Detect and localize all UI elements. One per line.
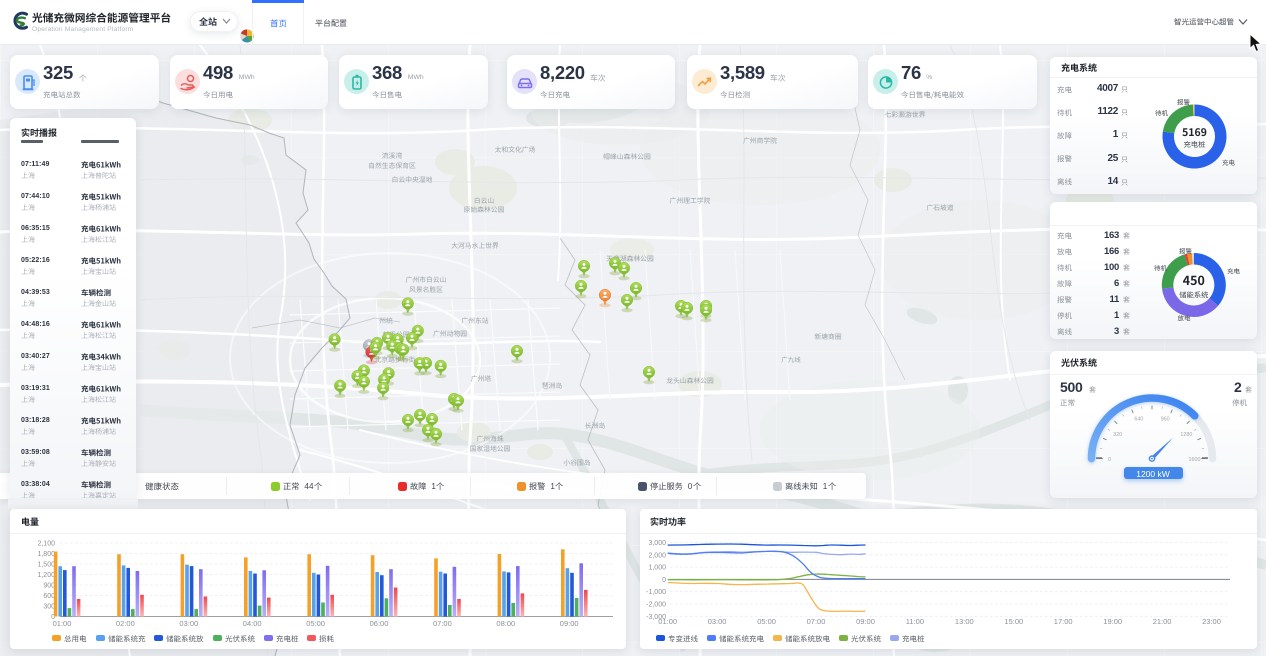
svg-text:2,100: 2,100 — [37, 541, 55, 548]
svg-text:03:00: 03:00 — [708, 617, 727, 626]
svg-text:13:00: 13:00 — [955, 617, 974, 626]
svg-text:07:00: 07:00 — [433, 619, 452, 628]
svg-text:08:00: 08:00 — [496, 619, 515, 628]
svg-text:05:00: 05:00 — [306, 619, 325, 628]
svg-text:1600: 1600 — [1189, 457, 1201, 463]
svg-text:600: 600 — [43, 593, 55, 600]
svg-text:01:00: 01:00 — [53, 619, 72, 628]
svg-text:1,000: 1,000 — [648, 565, 666, 572]
svg-text:09:00: 09:00 — [856, 617, 875, 626]
svg-text:0: 0 — [1108, 457, 1111, 463]
svg-text:19:00: 19:00 — [1103, 617, 1122, 626]
svg-text:05:00: 05:00 — [757, 617, 776, 626]
svg-text:02:00: 02:00 — [116, 619, 135, 628]
svg-text:1,500: 1,500 — [37, 562, 55, 569]
svg-text:09:00: 09:00 — [560, 619, 579, 628]
svg-text:07:00: 07:00 — [807, 617, 826, 626]
svg-text:03:00: 03:00 — [179, 619, 198, 628]
svg-text:17:00: 17:00 — [1054, 617, 1073, 626]
svg-text:-2,000: -2,000 — [646, 602, 666, 609]
svg-text:06:00: 06:00 — [370, 619, 389, 628]
svg-text:900: 900 — [43, 583, 55, 590]
svg-text:23:00: 23:00 — [1202, 617, 1221, 626]
svg-text:320: 320 — [1113, 432, 1122, 438]
svg-text:2,000: 2,000 — [648, 552, 666, 559]
svg-text:1,800: 1,800 — [37, 551, 55, 558]
svg-text:-1,000: -1,000 — [646, 589, 666, 596]
svg-text:1280: 1280 — [1180, 432, 1192, 438]
svg-text:640: 640 — [1134, 417, 1143, 423]
svg-text:3,000: 3,000 — [648, 540, 666, 547]
svg-text:04:00: 04:00 — [243, 619, 262, 628]
svg-text:960: 960 — [1161, 417, 1170, 423]
svg-text:15:00: 15:00 — [1004, 617, 1023, 626]
svg-text:21:00: 21:00 — [1153, 617, 1172, 626]
svg-text:300: 300 — [43, 604, 55, 611]
svg-text:11:00: 11:00 — [906, 617, 924, 626]
svg-text:01:00: 01:00 — [658, 617, 677, 626]
svg-text:0: 0 — [662, 577, 666, 584]
svg-text:1,200: 1,200 — [37, 572, 55, 579]
